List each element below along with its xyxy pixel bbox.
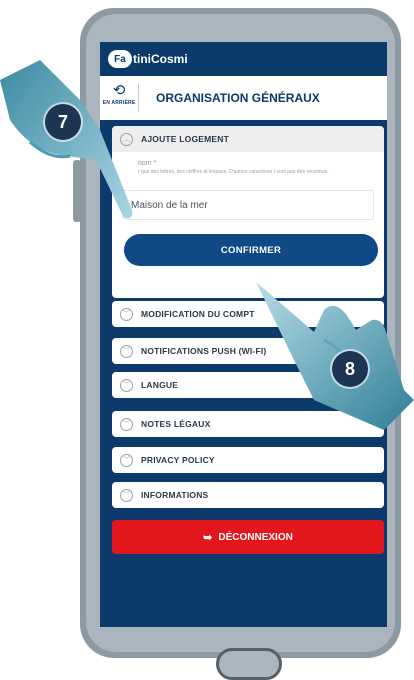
menu-item-label: MODIFICATION DU COMPT xyxy=(141,309,255,319)
chevron-down-icon: ﹀ xyxy=(120,344,133,358)
add-home-header[interactable]: ︿ AJOUTE LOGEMENT xyxy=(112,126,384,152)
chevron-down-icon: ﹀ xyxy=(120,453,133,467)
phone-home-button[interactable] xyxy=(216,648,282,680)
logout-label: DÉCONNEXION xyxy=(218,531,293,543)
menu-item-label: NOTIFICATIONS PUSH (WI-FI) xyxy=(141,346,267,356)
step-8-badge: 8 xyxy=(332,351,368,387)
page-title: ORGANISATION GÉNÉRAUX xyxy=(156,91,320,105)
logout-arrow-icon: ➥ xyxy=(203,531,213,544)
menu-item-label: NOTES LÉGAUX xyxy=(141,419,211,429)
menu-item-info[interactable]: ﹀ INFORMATIONS xyxy=(112,482,384,508)
menu-item-label: PRIVACY POLICY xyxy=(141,455,215,465)
menu-item-label: INFORMATIONS xyxy=(141,490,209,500)
chevron-down-icon: ﹀ xyxy=(120,378,133,392)
add-home-label: AJOUTE LOGEMENT xyxy=(141,134,230,144)
pointing-hand-icon xyxy=(0,60,133,219)
menu-item-privacy[interactable]: ﹀ PRIVACY POLICY xyxy=(112,447,384,473)
chevron-down-icon: ﹀ xyxy=(120,307,133,321)
home-name-input[interactable] xyxy=(122,190,374,220)
chevron-down-icon: ﹀ xyxy=(120,488,133,502)
pointing-hand-icon xyxy=(256,282,414,430)
logout-button[interactable]: ➥ DÉCONNEXION xyxy=(112,520,384,554)
menu-item-label: LANGUE xyxy=(141,380,179,390)
add-home-panel: ︿ AJOUTE LOGEMENT nom * r que des lettre… xyxy=(112,126,384,298)
chevron-down-icon: ﹀ xyxy=(120,417,133,431)
confirm-button[interactable]: CONFIRMER xyxy=(124,234,378,266)
step-7-badge: 7 xyxy=(45,104,81,140)
name-field-hint: r que des lettres, des chiffres et lespa… xyxy=(138,169,329,175)
